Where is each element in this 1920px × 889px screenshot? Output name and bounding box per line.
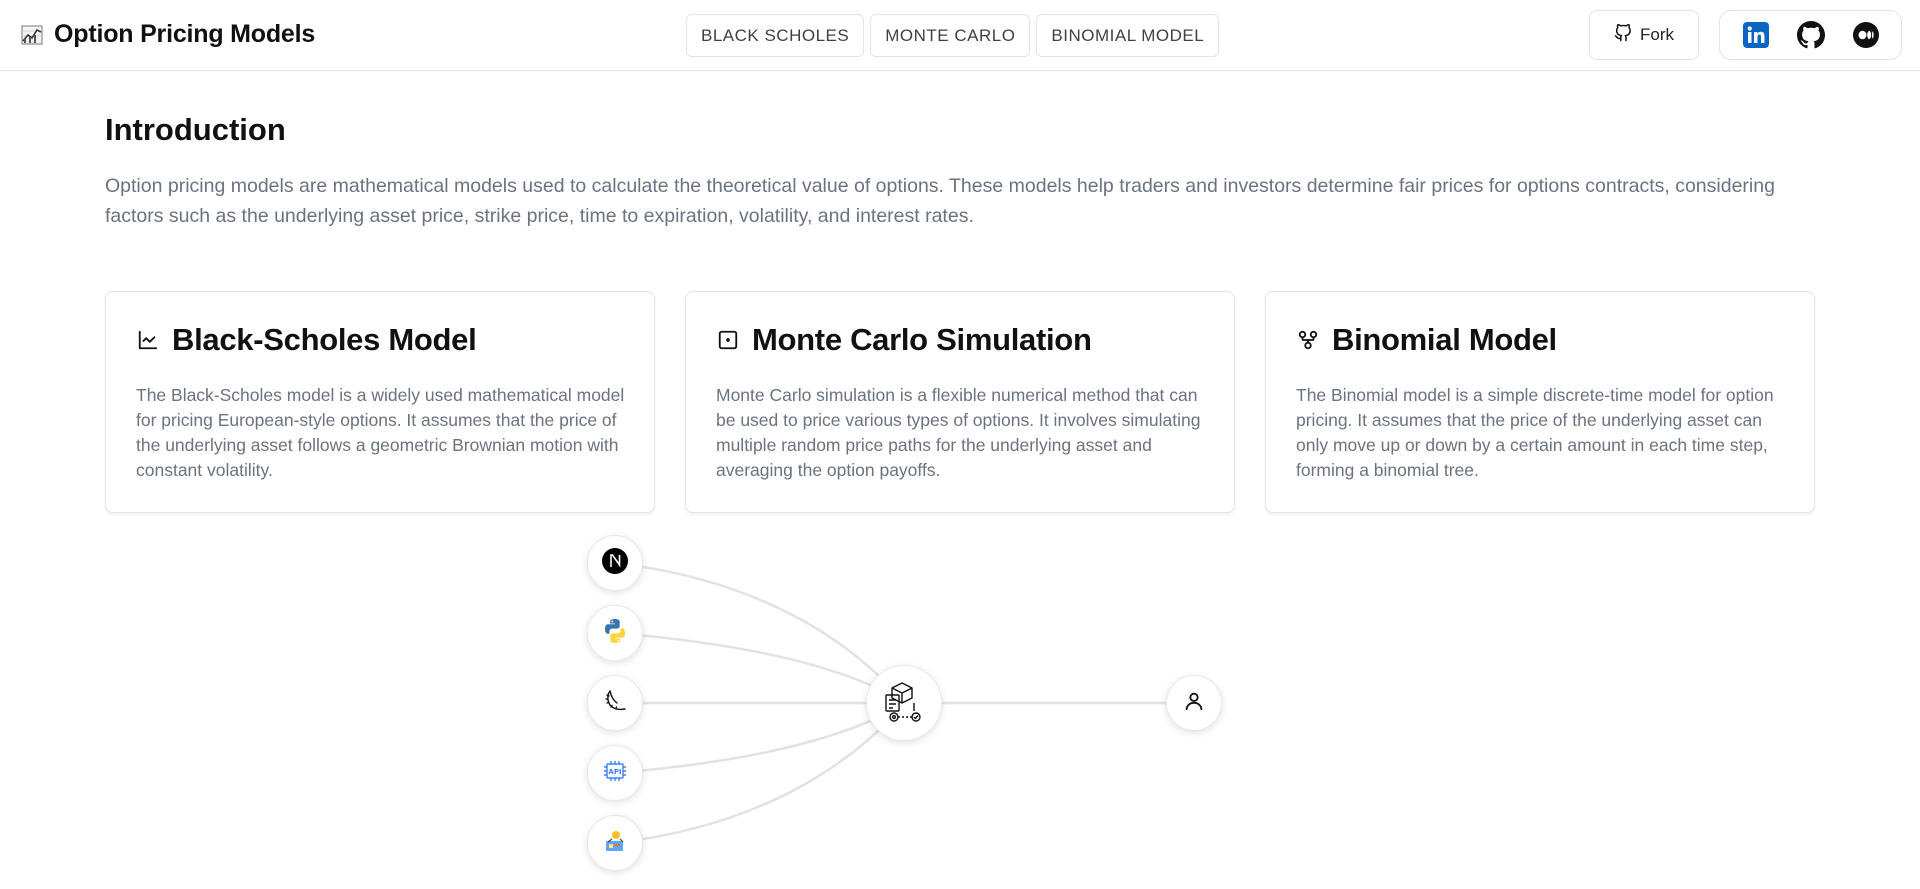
card-binomial-model: Binomial Model The Binomial model is a s… [1265, 291, 1815, 513]
data-node [587, 815, 643, 871]
fork-label: Fork [1640, 25, 1674, 44]
brand[interactable]: Option Pricing Models [20, 20, 315, 49]
card-description: The Black-Scholes model is a widely used… [136, 385, 625, 480]
top-nav-bar: Option Pricing Models BLACK SCHOLES MONT… [0, 0, 1920, 71]
linkedin-icon[interactable] [1741, 20, 1771, 50]
line-chart-icon [136, 328, 160, 352]
user-node [1166, 675, 1222, 731]
connector-python [614, 631, 905, 704]
section-nav: BLACK SCHOLES MONTE CARLO BINOMIAL MODEL [686, 14, 1220, 57]
card-title: Binomial Model [1332, 322, 1557, 357]
diagram-connectors [614, 561, 1194, 845]
api-node: API [587, 745, 643, 801]
dice-icon [716, 328, 740, 352]
card-monte-carlo: Monte Carlo Simulation Monte Carlo simul… [685, 291, 1235, 513]
api-icon: API [600, 756, 630, 791]
python-icon [601, 617, 629, 650]
card-title: Monte Carlo Simulation [752, 322, 1092, 357]
social-links [1719, 10, 1902, 60]
architecture-diagram: API [0, 520, 1920, 889]
nav-binomial-model[interactable]: BINOMIAL MODEL [1036, 14, 1220, 57]
github-icon[interactable] [1796, 20, 1826, 50]
git-fork-icon [1296, 328, 1320, 352]
chart-emoji-icon [20, 23, 44, 47]
connector-api [614, 702, 905, 775]
pipeline-hub-node [866, 665, 942, 741]
card-description: The Binomial model is a simple discrete-… [1296, 385, 1774, 480]
intro-paragraph: Option pricing models are mathematical m… [105, 175, 1775, 227]
flask-icon [601, 687, 629, 720]
nextjs-icon [601, 547, 629, 580]
card-title: Black-Scholes Model [172, 322, 477, 357]
card-description: Monte Carlo simulation is a flexible num… [716, 385, 1201, 480]
user-icon [1183, 690, 1205, 717]
intro-heading: Introduction [105, 112, 286, 147]
pipeline-icon [880, 677, 928, 730]
nav-monte-carlo[interactable]: MONTE CARLO [870, 14, 1031, 57]
app-title: Option Pricing Models [54, 20, 316, 48]
card-header: Black-Scholes Model [136, 322, 477, 358]
git-fork-icon [1614, 23, 1632, 47]
fork-button[interactable]: Fork [1589, 10, 1699, 60]
card-black-scholes: Black-Scholes Model The Black-Scholes mo… [105, 291, 655, 513]
svg-text:API: API [608, 768, 621, 776]
card-header: Binomial Model [1296, 322, 1557, 358]
data-icon [601, 827, 629, 860]
python-node [587, 605, 643, 661]
medium-icon[interactable] [1851, 20, 1881, 50]
flask-node [587, 675, 643, 731]
card-header: Monte Carlo Simulation [716, 322, 1092, 358]
nextjs-node [587, 535, 643, 591]
nav-black-scholes[interactable]: BLACK SCHOLES [686, 14, 865, 57]
